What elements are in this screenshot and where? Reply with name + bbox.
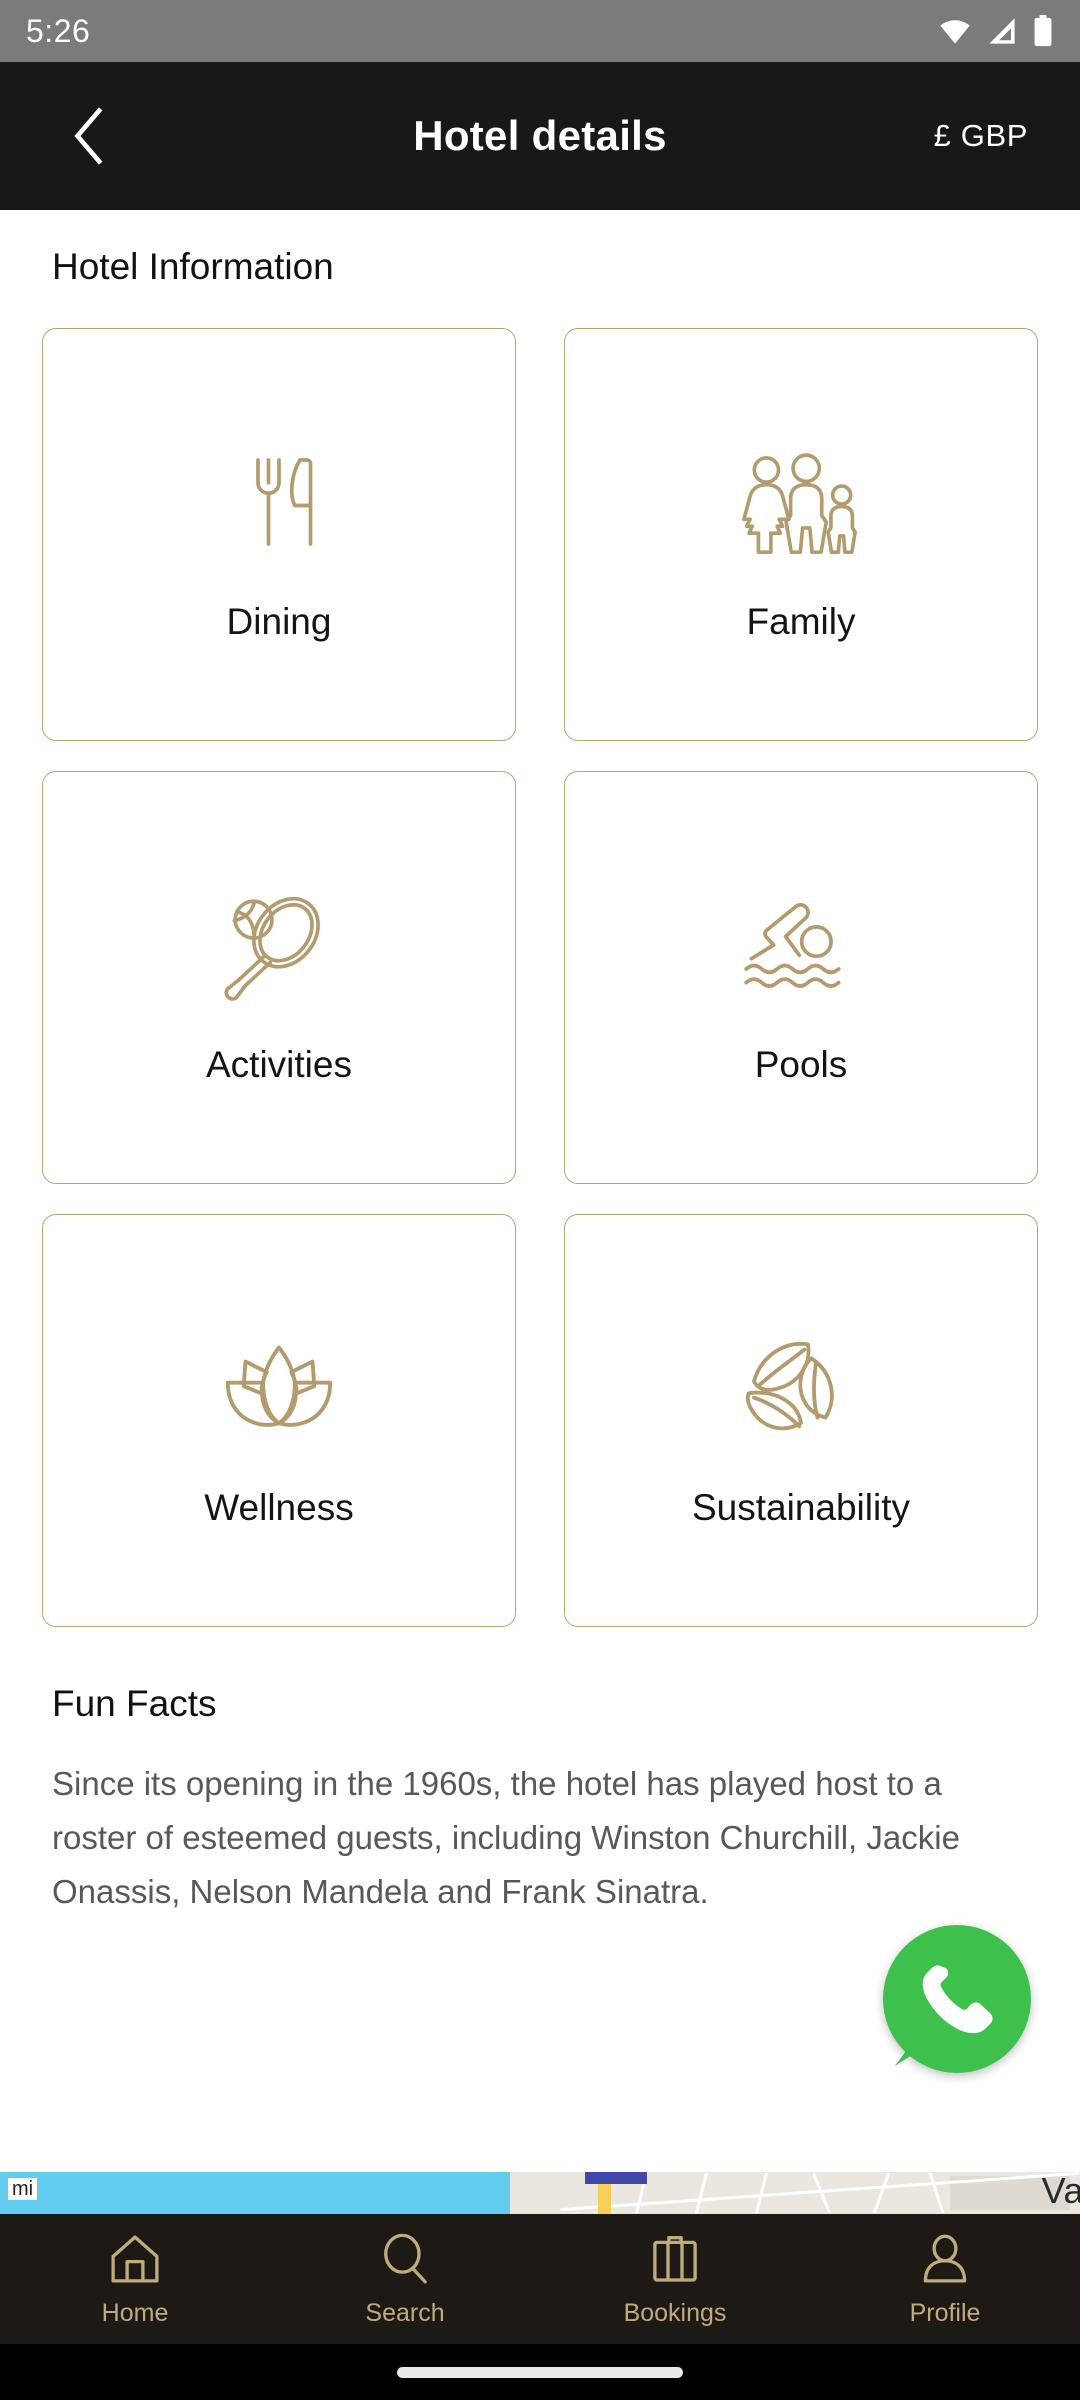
amenity-card-sustainability[interactable]: Sustainability [564, 1214, 1038, 1627]
amenity-card-activities[interactable]: Activities [42, 771, 516, 1184]
home-indicator[interactable] [397, 2366, 683, 2378]
bottom-navigation: Home Search Bookings Profile [0, 2214, 1080, 2344]
map-preview-strip[interactable]: mi Va [0, 2172, 1080, 2214]
cellular-signal-icon [989, 18, 1015, 44]
amenity-card-pools[interactable]: Pools [564, 771, 1038, 1184]
person-icon [923, 2234, 967, 2283]
map-marker [585, 2172, 647, 2184]
tennis-racket-icon [216, 870, 342, 1020]
family-group-icon [737, 427, 865, 577]
nav-label: Search [365, 2298, 445, 2327]
nav-label: Profile [909, 2298, 981, 2327]
battery-icon [1034, 15, 1052, 47]
status-time: 5:26 [26, 12, 91, 49]
fork-and-knife-icon [223, 427, 335, 577]
currency-selector[interactable]: £ GBP [934, 118, 1028, 154]
back-button[interactable] [62, 107, 120, 165]
phone-screen: 5:26 Hotel details £ GBP Hotel Informati… [0, 0, 1080, 2400]
nav-item-bookings[interactable]: Bookings [540, 2214, 810, 2344]
nav-item-search[interactable]: Search [270, 2214, 540, 2344]
swimmer-icon [736, 870, 866, 1020]
leaves-recycle-icon [740, 1313, 862, 1463]
amenity-label: Family [746, 600, 856, 642]
map-water-area [0, 2172, 520, 2214]
suitcase-icon [653, 2235, 697, 2282]
app-header: Hotel details £ GBP [0, 62, 1080, 210]
whatsapp-phone-icon [889, 1931, 1025, 2067]
chevron-left-icon [74, 107, 103, 165]
section-title-hotel-information: Hotel Information [52, 246, 334, 287]
house-icon [111, 2234, 159, 2283]
status-icons [938, 15, 1054, 47]
amenity-card-dining[interactable]: Dining [42, 328, 516, 741]
magnifier-icon [384, 2233, 427, 2283]
amenity-card-family[interactable]: Family [564, 328, 1038, 741]
status-bar: 5:26 [0, 0, 1080, 62]
nav-label: Home [101, 2298, 169, 2327]
gesture-navigation-bar [0, 2344, 1080, 2400]
whatsapp-button[interactable] [883, 1925, 1031, 2073]
nav-label: Bookings [623, 2298, 727, 2327]
amenity-label: Sustainability [691, 1486, 910, 1528]
map-place-label: Va [1041, 2172, 1080, 2211]
amenity-label: Activities [206, 1043, 352, 1085]
nav-item-profile[interactable]: Profile [810, 2214, 1080, 2344]
amenity-card-wellness[interactable]: Wellness [42, 1214, 516, 1627]
amenity-label: Wellness [204, 1486, 354, 1528]
amenity-label: Pools [754, 1043, 848, 1085]
amenity-card-grid: Dining Family Activities Pools Wellness … [42, 328, 1038, 1627]
fun-facts-title: Fun Facts [52, 1683, 217, 1724]
fun-facts-section: Fun Facts Since its opening in the 1960s… [52, 1683, 1028, 1919]
amenity-label: Dining [226, 600, 332, 642]
page-title: Hotel details [413, 112, 667, 159]
nav-item-home[interactable]: Home [0, 2214, 270, 2344]
fun-facts-body: Since its opening in the 1960s, the hote… [52, 1765, 960, 1910]
map-scale-label: mi [8, 2178, 38, 2200]
wifi-icon [940, 20, 970, 44]
lotus-flower-icon [219, 1313, 339, 1463]
scroll-content[interactable]: Hotel Information Dining Family Activiti… [0, 210, 1080, 2180]
